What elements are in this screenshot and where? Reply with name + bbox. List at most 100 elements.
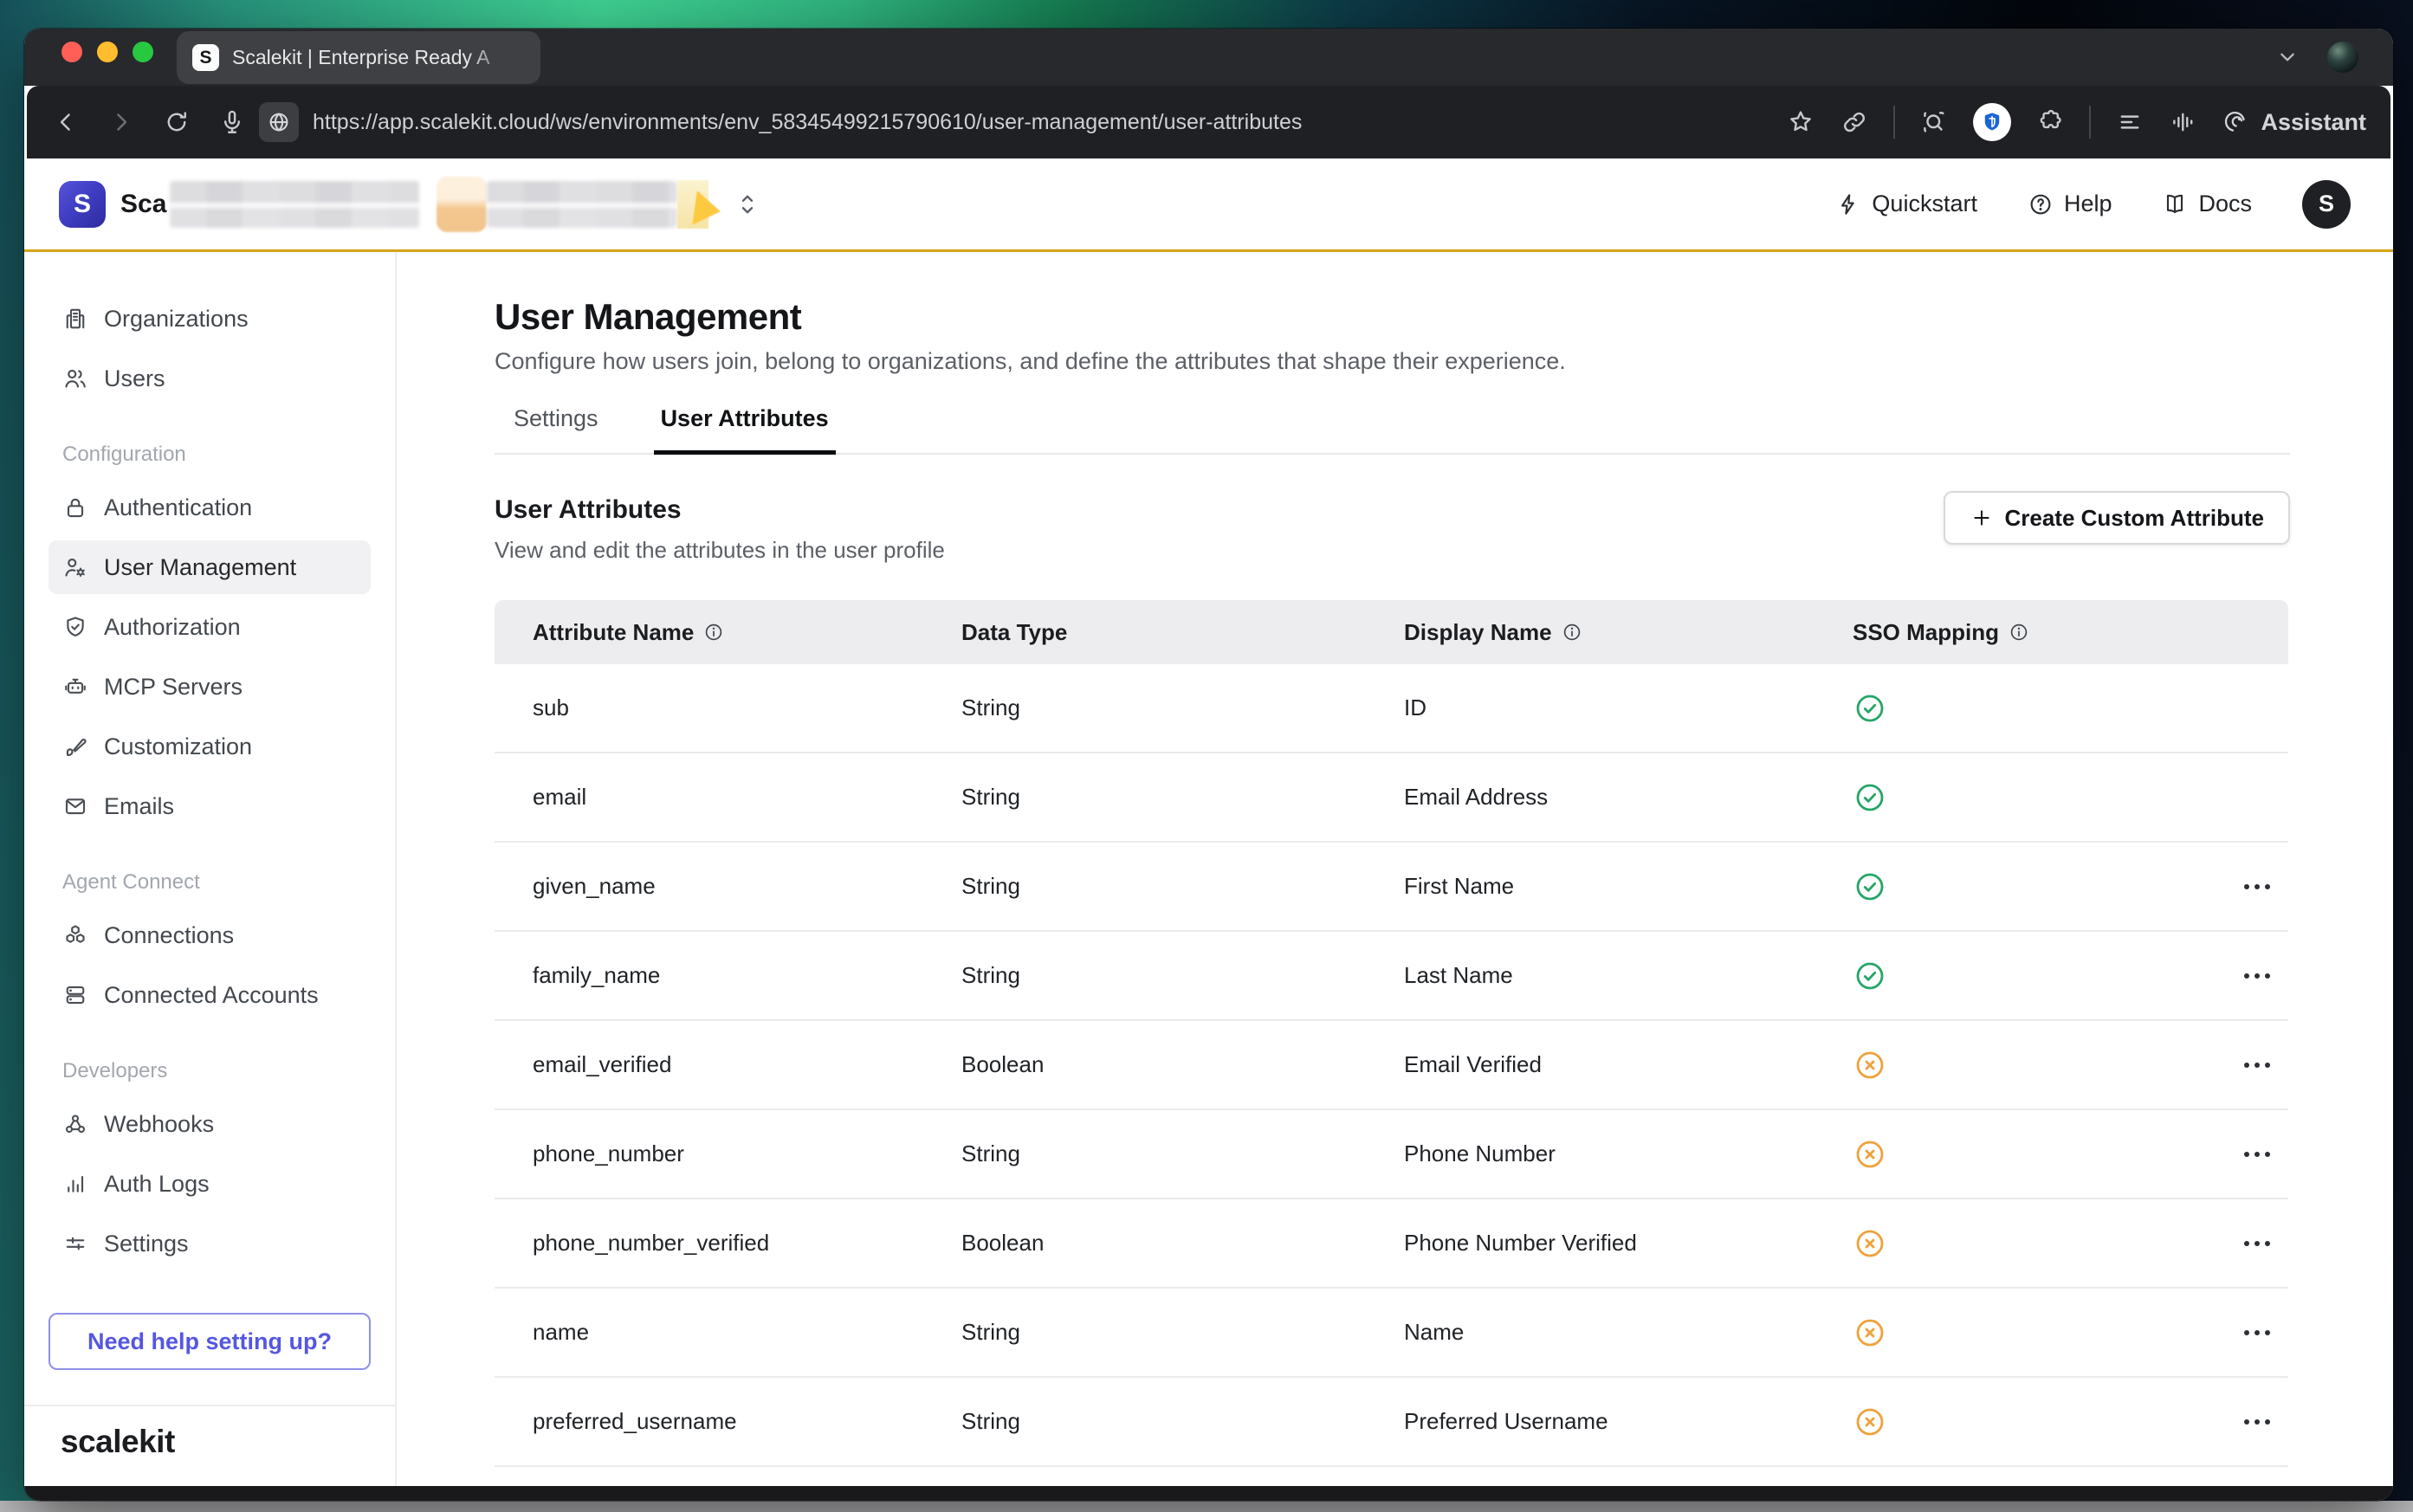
page-subtitle: Configure how users join, belong to orga… <box>495 346 2290 376</box>
book-icon <box>2162 191 2188 217</box>
sidebar-item-connections[interactable]: Connections <box>49 908 371 962</box>
tab-user-attributes[interactable]: User Attributes <box>654 405 836 453</box>
table-row[interactable]: sub String ID <box>495 664 2288 753</box>
chevron-down-icon[interactable] <box>2274 43 2301 71</box>
site-info-chip[interactable] <box>259 102 299 142</box>
table-row[interactable]: preferred_username String Preferred User… <box>495 1378 2288 1467</box>
browser-titlebar: S Scalekit | Enterprise Ready A <box>24 29 2393 86</box>
row-menu-button[interactable] <box>2244 1152 2270 1157</box>
forward-icon[interactable] <box>107 107 136 137</box>
sidebar-item-label: Emails <box>104 793 174 820</box>
sidebar-item-authentication[interactable]: Authentication <box>49 481 371 534</box>
webhook-icon <box>62 1111 88 1137</box>
browser-tab[interactable]: S Scalekit | Enterprise Ready A <box>177 31 540 84</box>
search-page-icon[interactable] <box>1919 107 1949 137</box>
close-window-button[interactable] <box>61 42 82 62</box>
url-address[interactable]: https://app.scalekit.cloud/ws/environmen… <box>313 110 1786 135</box>
assistant-button[interactable]: Assistant <box>2222 108 2366 136</box>
cell-attribute-name: family_name <box>495 962 923 989</box>
table-row[interactable]: email String Email Address <box>495 753 2288 843</box>
help-button[interactable]: Help <box>2028 191 2112 217</box>
table-row[interactable]: given_name String First Name <box>495 843 2288 932</box>
table-row-partial <box>495 1467 2288 1477</box>
extensions-puzzle-icon[interactable] <box>2035 107 2065 137</box>
sidebar-item-webhooks[interactable]: Webhooks <box>49 1097 371 1151</box>
row-menu-button[interactable] <box>2244 1241 2270 1246</box>
sidebar-section-label: Agent Connect <box>62 870 371 895</box>
table-row[interactable]: name String Name <box>495 1289 2288 1378</box>
sidebar-item-label: Customization <box>104 733 252 760</box>
cell-attribute-name: email_verified <box>495 1051 923 1078</box>
sidebar-item-label: MCP Servers <box>104 674 243 701</box>
table-row[interactable]: email_verified Boolean Email Verified <box>495 1021 2288 1110</box>
cell-sso-mapping <box>1815 1048 2188 1082</box>
row-menu-button[interactable] <box>2244 1330 2270 1335</box>
row-menu-button[interactable] <box>2244 884 2270 889</box>
cell-display-name: First Name <box>1366 873 1815 900</box>
cell-sso-mapping <box>1815 1405 2188 1439</box>
workspace-name[interactable]: Sca <box>120 190 166 219</box>
cell-data-type: String <box>923 962 1366 989</box>
bookmark-star-icon[interactable] <box>1786 107 1815 137</box>
row-menu-button[interactable] <box>2244 1063 2270 1068</box>
voice-waveform-icon[interactable] <box>2169 107 2198 137</box>
sso-unmapped-x-icon <box>1853 1226 1887 1261</box>
minimize-window-button[interactable] <box>97 42 118 62</box>
table-row[interactable]: phone_number_verified Boolean Phone Numb… <box>495 1199 2288 1289</box>
cell-attribute-name: email <box>495 784 923 811</box>
zoom-window-button[interactable] <box>133 42 153 62</box>
sidebar-item-user-management[interactable]: User Management <box>49 540 371 594</box>
sidebar-item-connected-accounts[interactable]: Connected Accounts <box>49 968 371 1022</box>
sidebar-item-emails[interactable]: Emails <box>49 779 371 833</box>
row-menu-button[interactable] <box>2244 1419 2270 1425</box>
info-icon[interactable] <box>2009 622 2029 643</box>
create-custom-attribute-button[interactable]: Create Custom Attribute <box>1944 491 2290 545</box>
tab-title: Scalekit | Enterprise Ready A <box>232 46 518 69</box>
section-title: User Attributes <box>495 491 945 529</box>
copy-link-icon[interactable] <box>1840 107 1869 137</box>
sso-mapped-check-icon <box>1853 959 1887 993</box>
info-icon[interactable] <box>703 622 724 643</box>
cell-actions <box>2188 884 2288 889</box>
sidebar-item-users[interactable]: Users <box>49 352 371 405</box>
sidebar-item-auth-logs[interactable]: Auth Logs <box>49 1157 371 1211</box>
servers-icon <box>62 982 88 1008</box>
lock-icon <box>62 494 88 520</box>
user-gear-icon <box>62 554 88 580</box>
microphone-icon[interactable] <box>217 107 247 137</box>
assistant-label: Assistant <box>2261 109 2366 136</box>
page-title: User Management <box>495 294 2290 339</box>
sidebar-item-label: Users <box>104 365 165 392</box>
user-avatar[interactable]: S <box>2302 180 2351 229</box>
docs-button[interactable]: Docs <box>2162 191 2252 217</box>
cell-display-name: Preferred Username <box>1366 1408 1815 1435</box>
tab-settings[interactable]: Settings <box>507 405 605 453</box>
need-help-button[interactable]: Need help setting up? <box>49 1313 371 1370</box>
cell-display-name: Name <box>1366 1319 1815 1346</box>
sidebar-item-organizations[interactable]: Organizations <box>49 292 371 346</box>
table-row[interactable]: phone_number String Phone Number <box>495 1110 2288 1199</box>
reading-list-icon[interactable] <box>2115 107 2145 137</box>
sidebar-item-label: User Management <box>104 554 296 581</box>
bars-icon <box>62 1171 88 1197</box>
quickstart-button[interactable]: Quickstart <box>1835 191 1977 217</box>
cell-sso-mapping <box>1815 691 2188 726</box>
sidebar-item-authorization[interactable]: Authorization <box>49 600 371 654</box>
sidebar-item-mcp-servers[interactable]: MCP Servers <box>49 660 371 714</box>
sidebar-item-settings[interactable]: Settings <box>49 1217 371 1270</box>
browser-profile-avatar[interactable] <box>2327 42 2358 73</box>
sidebar-item-label: Authentication <box>104 494 252 521</box>
back-icon[interactable] <box>51 107 81 137</box>
reload-icon[interactable] <box>162 107 191 137</box>
info-icon[interactable] <box>1562 622 1582 643</box>
sidebar-item-customization[interactable]: Customization <box>49 720 371 773</box>
password-manager-shield-icon[interactable] <box>1973 103 2011 141</box>
row-menu-button[interactable] <box>2244 973 2270 979</box>
environment-switcher-icon[interactable] <box>733 187 762 222</box>
table-row[interactable]: family_name String Last Name <box>495 932 2288 1021</box>
sidebar-section-label: Configuration <box>62 443 371 467</box>
cell-data-type: String <box>923 1408 1366 1435</box>
attributes-table: Attribute NameData TypeDisplay NameSSO M… <box>495 600 2288 1477</box>
sidebar-item-label: Webhooks <box>104 1111 214 1138</box>
sliders-icon <box>62 1231 88 1257</box>
